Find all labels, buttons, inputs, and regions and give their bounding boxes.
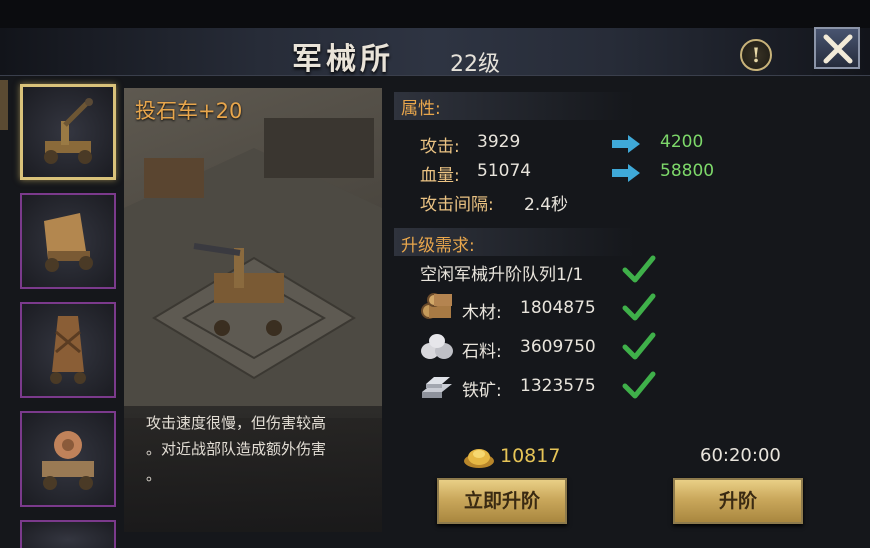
check-icon (622, 332, 656, 360)
catapult-icon (44, 98, 93, 164)
stone-value: 3609750 (520, 337, 596, 357)
requirements-label: 升级需求: (401, 236, 475, 256)
wood-label: 木材: (462, 303, 502, 323)
thumb-catapult[interactable] (20, 84, 116, 180)
page-title: 军械所 (292, 42, 394, 77)
battering-ram-icon (44, 213, 93, 272)
interval-label: 攻击间隔: (420, 195, 494, 215)
hp-next: 58800 (660, 161, 715, 181)
upgrade-time: 60:20:00 (700, 445, 781, 466)
check-icon (622, 255, 656, 283)
attributes-label: 属性: (401, 99, 441, 119)
attack-next: 4200 (660, 132, 704, 152)
description-line: 。对近战部队造成额外伤害 (146, 440, 327, 458)
thumb-next[interactable] (20, 520, 116, 548)
description-line: 。 (146, 466, 162, 484)
upgrade-button[interactable]: 升阶 (673, 478, 803, 524)
iron-value: 1323575 (520, 376, 596, 396)
wood-value: 1804875 (520, 298, 596, 318)
ballista-icon (42, 431, 94, 490)
gold-cost: 10817 (500, 445, 561, 467)
hp-current: 51074 (477, 161, 532, 181)
top-strip (0, 0, 870, 30)
check-icon (622, 293, 656, 321)
armory-window: 军械所 22级 ! 投石车+20 攻击速度很慢，但伤害较高 。对近战部队造成额外… (0, 0, 870, 548)
instant-upgrade-button[interactable]: 立即升阶 (437, 478, 567, 524)
stone-icon (421, 334, 453, 359)
building-level: 22级 (450, 52, 500, 77)
weapon-preview: 投石车+20 攻击速度很慢，但伤害较高 。对近战部队造成额外伤害 。 (124, 88, 382, 532)
queue-requirement: 空闲军械升阶队列1/1 (420, 265, 584, 285)
thumb-ballista[interactable] (20, 411, 116, 507)
siege-tower-icon (50, 316, 86, 384)
close-button[interactable] (814, 27, 860, 69)
close-icon (823, 34, 853, 64)
attack-label: 攻击: (420, 137, 460, 157)
check-icon (622, 371, 656, 399)
wood-icon (421, 293, 452, 319)
interval-value: 2.4秒 (524, 195, 569, 215)
hp-label: 血量: (420, 166, 460, 186)
arrow-right-icon (612, 135, 640, 153)
side-tab-edge (0, 80, 8, 130)
attack-current: 3929 (477, 132, 521, 152)
iron-label: 铁矿: (462, 381, 502, 401)
stone-label: 石料: (462, 342, 502, 362)
thumb-battering-ram[interactable] (20, 193, 116, 289)
info-button[interactable]: ! (740, 39, 772, 71)
weapon-name: 投石车+20 (135, 99, 243, 123)
workshop-scene (124, 118, 382, 418)
gold-ingot-icon (464, 449, 494, 468)
weapon-description: 攻击速度很慢，但伤害较高 。对近战部队造成额外伤害 。 (124, 406, 382, 532)
description-line: 攻击速度很慢，但伤害较高 (146, 414, 327, 432)
iron-icon (422, 377, 452, 398)
arrow-right-icon (612, 164, 640, 182)
thumb-siege-tower[interactable] (20, 302, 116, 398)
